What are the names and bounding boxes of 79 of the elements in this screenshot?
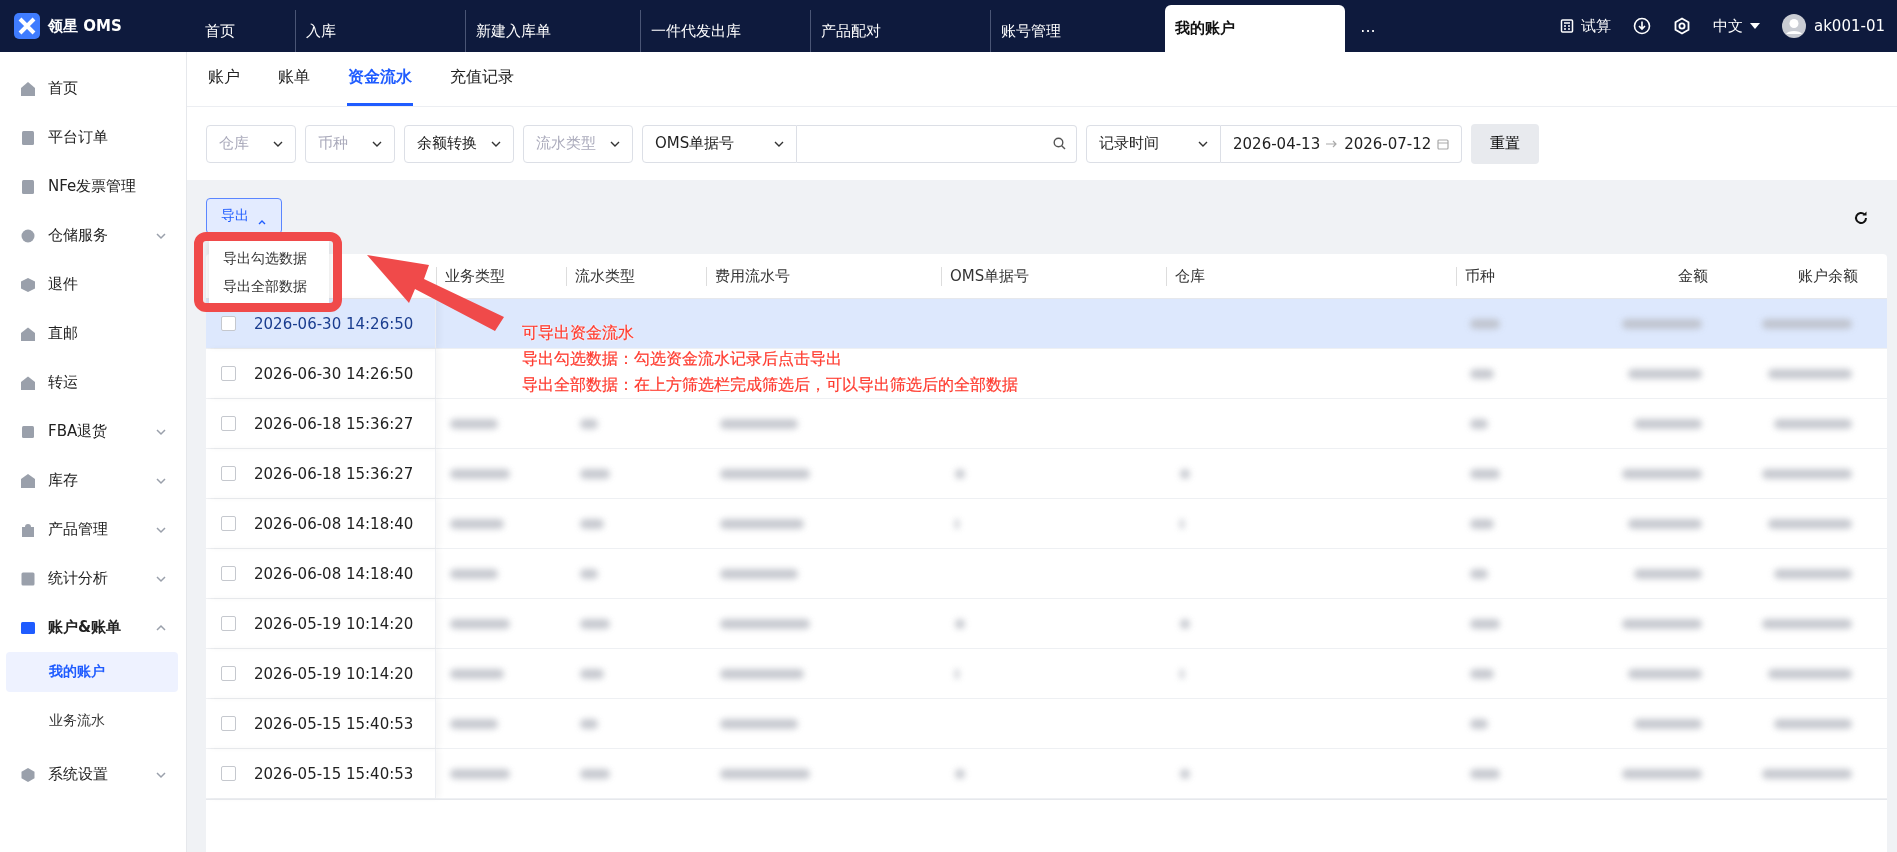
sidebar-item[interactable]: 账户&账单 [0,603,186,652]
row-checkbox[interactable] [221,616,236,631]
row-checkbox[interactable] [221,766,236,781]
column-header: 费用流水号 [706,266,941,286]
column-header: OMS单据号 [941,266,1166,286]
row-checkbox[interactable] [221,716,236,731]
menu-item[interactable]: 导出全部数据 [209,272,329,300]
row-checkbox[interactable] [221,466,236,481]
sidebar-item[interactable]: NFe发票管理 [0,162,186,211]
sidebar-subitem[interactable]: 业务流水 [6,701,178,741]
sidebar-item[interactable]: 仓储服务 [0,211,186,260]
row-checkbox[interactable] [221,416,236,431]
sidebar-item[interactable]: 产品管理 [0,505,186,554]
search-icon [1053,137,1066,150]
house-icon [20,374,36,391]
sidebar-item[interactable]: 首页 [0,64,186,113]
trial-button[interactable]: 试算 [1560,16,1611,36]
sidebar-item[interactable]: 库存 [0,456,186,505]
square-icon [20,423,36,440]
user-name[interactable]: ak001-01 [1814,17,1885,35]
logo-icon [14,13,40,39]
annotation-text: 可导出资金流水 [522,323,634,344]
page-tab[interactable]: 账单 [277,52,311,106]
search-type-select[interactable]: OMS单据号 [642,124,797,163]
arrow-right-icon [1326,138,1339,149]
chevron-up-icon [156,622,166,633]
menu-item[interactable]: 导出勾选数据 [209,244,329,272]
calculator-icon [1560,19,1574,33]
caret-icon [1750,23,1760,29]
annotation-text: 导出全部数据：在上方筛选栏完成筛选后，可以导出筛选后的全部数据 [522,375,1018,396]
page-tab[interactable]: 充值记录 [449,52,515,106]
filter-select[interactable]: 余额转换 [404,124,514,163]
sidebar-item[interactable]: 转运 [0,358,186,407]
column-header: 账户余额 [1797,266,1859,286]
row-checkbox[interactable] [221,366,236,381]
row-checkbox[interactable] [221,316,236,331]
sidebar-item[interactable]: 直邮 [0,309,186,358]
chevron-down-icon [156,230,166,241]
chevron-down-icon [156,573,166,584]
nav-tab[interactable]: 我的账户 [1165,5,1345,52]
reset-button[interactable]: 重置 [1471,123,1540,164]
sidebar-item[interactable]: FBA退货 [0,407,186,456]
refresh-icon[interactable] [1853,210,1869,226]
box-icon [20,276,36,293]
date-range-field[interactable]: 2026-04-13 2026-07-12 [1221,124,1463,163]
chevron-down-icon [156,426,166,437]
download-icon[interactable] [1633,17,1651,35]
annotation-text: 导出勾选数据：勾选资金流水记录后点击导出 [522,349,842,370]
page-tab[interactable]: 账户 [207,52,241,106]
avatar-icon[interactable] [1782,14,1806,38]
calendar-icon [1437,137,1450,150]
sidebar-item[interactable]: 平台订单 [0,113,186,162]
nav-tab[interactable]: 首页 [195,10,295,52]
sidebar-item[interactable]: 系统设置 [0,750,186,799]
sidebar-item[interactable]: 退件 [0,260,186,309]
home-icon [20,80,36,97]
globe-icon [20,227,36,244]
column-header: 仓库 [1166,266,1456,286]
sidebar-item[interactable]: 统计分析 [0,554,186,603]
chevron-down-icon [156,524,166,535]
more-button[interactable]: ··· [1345,10,1391,52]
sidebar-subitem[interactable]: 我的账户 [6,652,178,692]
hex-icon [20,766,36,783]
settings-icon[interactable] [1673,17,1691,35]
column-header: 流水类型 [566,266,706,286]
row-checkbox[interactable] [221,566,236,581]
house-icon [20,325,36,342]
chevron-down-icon [156,769,166,780]
column-header: 金额 [1677,266,1709,286]
row-checkbox[interactable] [221,666,236,681]
chevron-down-icon [156,475,166,486]
row-checkbox[interactable] [221,516,236,531]
column-header: 币种 [1456,266,1566,286]
time-type-select[interactable]: 记录时间 [1086,124,1221,163]
app-name: 领星 OMS [48,16,122,36]
language-select[interactable]: 中文 [1713,16,1760,36]
export-button[interactable]: 导出 [206,198,282,234]
search-field[interactable] [797,124,1077,163]
chevron-up-icon [257,218,267,226]
